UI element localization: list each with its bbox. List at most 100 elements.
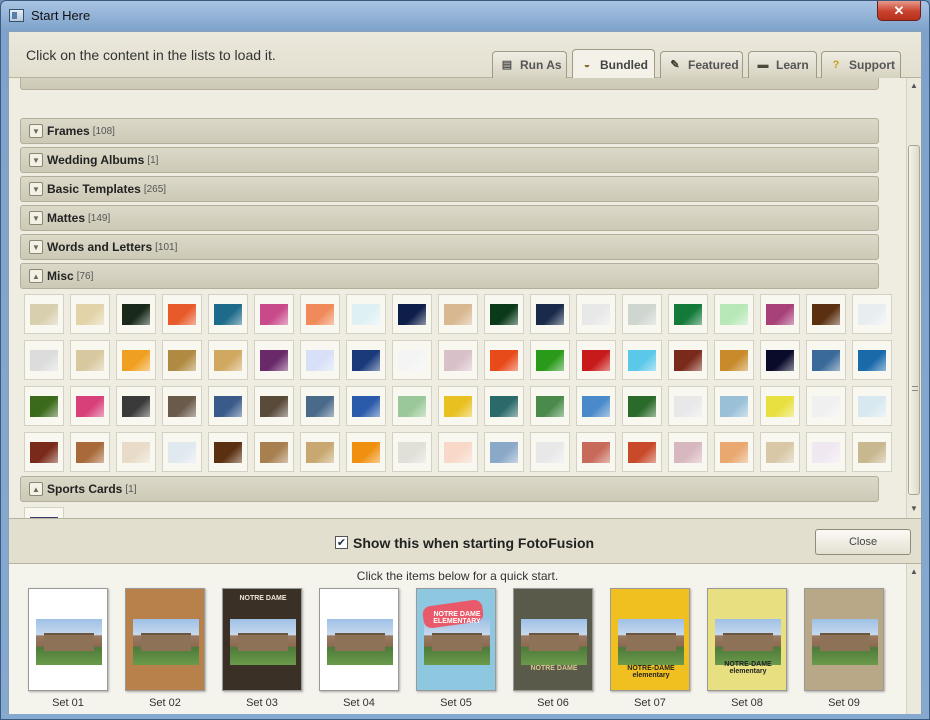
misc-thumbnail[interactable] bbox=[208, 340, 248, 380]
misc-thumbnail[interactable] bbox=[576, 386, 616, 426]
misc-thumbnail[interactable] bbox=[392, 386, 432, 426]
misc-thumbnail[interactable] bbox=[622, 294, 662, 334]
misc-thumbnail[interactable] bbox=[668, 432, 708, 472]
misc-thumbnail[interactable] bbox=[116, 432, 156, 472]
misc-thumbnail[interactable] bbox=[116, 294, 156, 334]
quick-start-set[interactable]: NOTRE DAME Set 06 bbox=[513, 588, 593, 709]
misc-thumbnail[interactable] bbox=[484, 386, 524, 426]
quick-start-set[interactable]: Set 02 bbox=[125, 588, 205, 709]
misc-thumbnail[interactable] bbox=[530, 340, 570, 380]
quick-start-set[interactable]: NOTRE-DAME elementary Set 07 bbox=[610, 588, 690, 709]
misc-thumbnail[interactable] bbox=[70, 386, 110, 426]
misc-thumbnail[interactable] bbox=[576, 294, 616, 334]
misc-thumbnail[interactable] bbox=[116, 340, 156, 380]
content-list[interactable]: ▼ Frames [108] ▼ Wedding Albums [1] ▼ Basic Tem… bbox=[9, 78, 906, 518]
tab-featured[interactable]: ✎ Featured bbox=[660, 51, 743, 78]
collapse-arrow-icon[interactable]: ▲ bbox=[29, 482, 43, 496]
misc-thumbnail[interactable] bbox=[392, 340, 432, 380]
title-bar[interactable]: Start Here ✕ bbox=[1, 1, 929, 31]
misc-thumbnail[interactable] bbox=[162, 386, 202, 426]
show-on-start-checkbox[interactable]: ✔ bbox=[335, 536, 348, 549]
misc-thumbnail[interactable] bbox=[392, 294, 432, 334]
misc-thumbnail[interactable] bbox=[530, 294, 570, 334]
misc-thumbnail[interactable] bbox=[70, 432, 110, 472]
misc-thumbnail[interactable] bbox=[300, 294, 340, 334]
misc-thumbnail[interactable] bbox=[484, 340, 524, 380]
sports-card-thumbnail[interactable] bbox=[24, 507, 64, 518]
quick-start-set[interactable]: Set 01 bbox=[28, 588, 108, 709]
misc-thumbnail[interactable] bbox=[438, 294, 478, 334]
category-sports-cards[interactable]: ▲ Sports Cards [1] bbox=[20, 476, 879, 502]
misc-thumbnail[interactable] bbox=[622, 386, 662, 426]
tab-run-as[interactable]: ▤ Run As bbox=[492, 51, 567, 78]
misc-thumbnail[interactable] bbox=[484, 432, 524, 472]
misc-thumbnail[interactable] bbox=[162, 432, 202, 472]
misc-thumbnail[interactable] bbox=[346, 386, 386, 426]
misc-thumbnail[interactable] bbox=[300, 432, 340, 472]
misc-thumbnail[interactable] bbox=[852, 386, 892, 426]
category-mattes[interactable]: ▼ Mattes [149] bbox=[20, 205, 879, 231]
scroll-up-arrow-icon[interactable]: ▲ bbox=[910, 567, 918, 576]
misc-thumbnail[interactable] bbox=[806, 386, 846, 426]
tab-learn[interactable]: ▬ Learn bbox=[748, 51, 817, 78]
category-wedding-albums[interactable]: ▼ Wedding Albums [1] bbox=[20, 147, 879, 173]
misc-thumbnail[interactable] bbox=[392, 432, 432, 472]
category-misc[interactable]: ▲ Misc [76] bbox=[20, 263, 879, 289]
misc-thumbnail[interactable] bbox=[806, 294, 846, 334]
misc-thumbnail[interactable] bbox=[668, 294, 708, 334]
misc-thumbnail[interactable] bbox=[208, 386, 248, 426]
misc-thumbnail[interactable] bbox=[806, 432, 846, 472]
misc-thumbnail[interactable] bbox=[714, 294, 754, 334]
expand-arrow-icon[interactable]: ▼ bbox=[29, 124, 43, 138]
misc-thumbnail[interactable] bbox=[24, 386, 64, 426]
misc-thumbnail[interactable] bbox=[760, 340, 800, 380]
category-words-and-letters[interactable]: ▼ Words and Letters [101] bbox=[20, 234, 879, 260]
misc-thumbnail[interactable] bbox=[622, 340, 662, 380]
misc-thumbnail[interactable] bbox=[668, 340, 708, 380]
misc-thumbnail[interactable] bbox=[254, 432, 294, 472]
misc-thumbnail[interactable] bbox=[70, 340, 110, 380]
scrollbar-thumb[interactable] bbox=[908, 145, 920, 495]
window-close-button[interactable]: ✕ bbox=[877, 1, 921, 21]
tab-bundled[interactable]: ◒ Bundled bbox=[572, 49, 655, 79]
misc-thumbnail[interactable] bbox=[116, 386, 156, 426]
misc-thumbnail[interactable] bbox=[346, 340, 386, 380]
misc-thumbnail[interactable] bbox=[622, 432, 662, 472]
misc-thumbnail[interactable] bbox=[852, 432, 892, 472]
expand-arrow-icon[interactable]: ▼ bbox=[29, 211, 43, 225]
list-scrollbar[interactable]: ▲ ▼ bbox=[906, 78, 921, 518]
scroll-down-arrow-icon[interactable]: ▼ bbox=[910, 504, 918, 513]
category-partial[interactable] bbox=[20, 78, 879, 90]
show-on-start-label[interactable]: Show this when starting FotoFusion bbox=[353, 535, 594, 551]
misc-thumbnail[interactable] bbox=[346, 432, 386, 472]
scroll-up-arrow-icon[interactable]: ▲ bbox=[910, 81, 918, 90]
misc-thumbnail[interactable] bbox=[24, 340, 64, 380]
misc-thumbnail[interactable] bbox=[760, 294, 800, 334]
quick-start-set[interactable]: Set 09 bbox=[804, 588, 884, 709]
quick-start-set[interactable]: NOTRE DAME ELEMENTARY Set 05 bbox=[416, 588, 496, 709]
misc-thumbnail[interactable] bbox=[70, 294, 110, 334]
misc-thumbnail[interactable] bbox=[484, 294, 524, 334]
misc-thumbnail[interactable] bbox=[714, 432, 754, 472]
misc-thumbnail[interactable] bbox=[760, 386, 800, 426]
misc-thumbnail[interactable] bbox=[208, 294, 248, 334]
misc-thumbnail[interactable] bbox=[852, 340, 892, 380]
quick-start-scrollbar[interactable]: ▲ bbox=[906, 564, 921, 714]
expand-arrow-icon[interactable]: ▼ bbox=[29, 182, 43, 196]
expand-arrow-icon[interactable]: ▼ bbox=[29, 240, 43, 254]
expand-arrow-icon[interactable]: ▼ bbox=[29, 153, 43, 167]
misc-thumbnail[interactable] bbox=[24, 294, 64, 334]
quick-start-set[interactable]: Set 04 bbox=[319, 588, 399, 709]
quick-start-set[interactable]: NOTRE-DAME elementary Set 08 bbox=[707, 588, 787, 709]
category-frames[interactable]: ▼ Frames [108] bbox=[20, 118, 879, 144]
category-basic-templates[interactable]: ▼ Basic Templates [265] bbox=[20, 176, 879, 202]
misc-thumbnail[interactable] bbox=[438, 432, 478, 472]
misc-thumbnail[interactable] bbox=[438, 386, 478, 426]
misc-thumbnail[interactable] bbox=[576, 340, 616, 380]
misc-thumbnail[interactable] bbox=[438, 340, 478, 380]
misc-thumbnail[interactable] bbox=[530, 432, 570, 472]
misc-thumbnail[interactable] bbox=[208, 432, 248, 472]
misc-thumbnail[interactable] bbox=[576, 432, 616, 472]
tab-support[interactable]: ? Support bbox=[821, 51, 901, 78]
misc-thumbnail[interactable] bbox=[162, 340, 202, 380]
